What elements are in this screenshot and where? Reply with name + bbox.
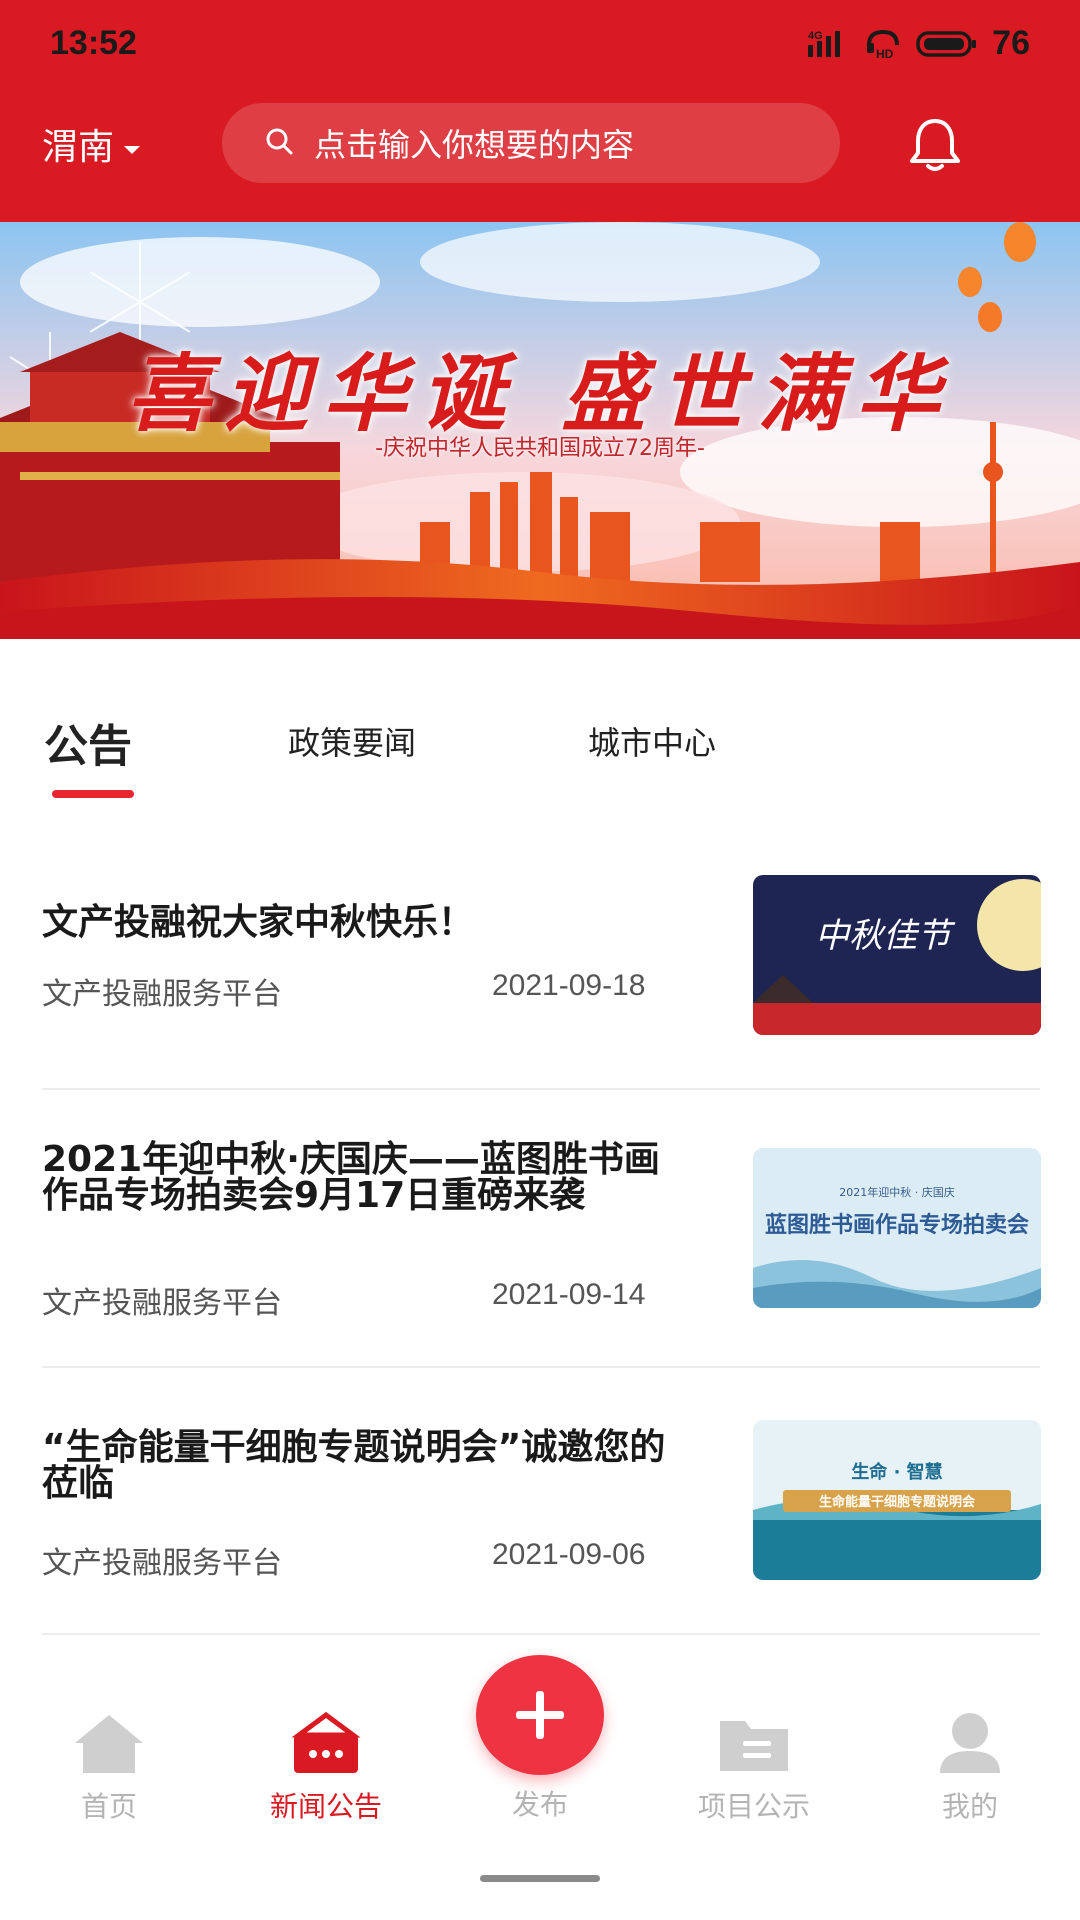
nav-mine[interactable]: 我的 (890, 1711, 1050, 1825)
nav-label: 我的 (941, 1790, 998, 1823)
home-indicator[interactable] (480, 1875, 600, 1882)
news-icon (291, 1711, 361, 1779)
search-icon (264, 126, 294, 160)
battery-level: 76 (992, 24, 1030, 62)
thumb-sub-text: 生命能量干细胞专题说明会 (819, 1494, 976, 1510)
tab-city-center[interactable]: 城市中心 (588, 718, 716, 764)
bottom-navigation: 首页 新闻公告 发布 项目公示 我的 (0, 1655, 1080, 1920)
battery-icon (916, 30, 978, 58)
tab-announcements[interactable]: 公告 (44, 710, 132, 774)
thumb-text: 生命 · 智慧 (851, 1461, 942, 1483)
news-title: 文产投融祝大家中秋快乐！ (42, 902, 475, 943)
search-placeholder: 点击输入你想要的内容 (314, 126, 635, 164)
nav-news[interactable]: 新闻公告 (246, 1711, 406, 1825)
news-date: 2021-09-18 (492, 969, 646, 1002)
nav-label: 首页 (80, 1790, 137, 1823)
active-tab-indicator (52, 790, 134, 798)
user-icon (937, 1713, 1003, 1779)
promo-banner[interactable]: 喜迎华诞 盛世满华 -庆祝中华人民共和国成立72周年- (0, 222, 1080, 639)
home-icon (71, 1715, 147, 1779)
thumb-text: 中秋佳节 (815, 916, 956, 956)
signal-icon: 4G (808, 29, 852, 59)
nav-label: 发布 (511, 1788, 568, 1821)
svg-text:4G: 4G (808, 30, 823, 42)
news-date: 2021-09-06 (492, 1538, 646, 1571)
nav-label: 新闻公告 (269, 1790, 382, 1823)
news-title: “生命能量干细胞专题说明会”诚邀您的莅临 (42, 1427, 666, 1504)
nav-label: 项目公示 (697, 1790, 810, 1823)
news-list-item[interactable]: “生命能量干细胞专题说明会”诚邀您的莅临 文产投融服务平台 2021-09-06… (42, 1368, 1041, 1635)
news-thumbnail: 2021年迎中秋 · 庆国庆 蓝图胜书画作品专场拍卖会 (753, 1148, 1041, 1308)
news-date: 2021-09-14 (492, 1278, 646, 1311)
status-icons: 4G HD 76 (808, 24, 1030, 63)
news-title: 2021年迎中秋·庆国庆——蓝图胜书画作品专场拍卖会9月17日重磅来袭 (42, 1139, 660, 1216)
publish-button[interactable] (476, 1655, 604, 1775)
city-label: 渭南 (42, 127, 115, 168)
svg-text:HD: HD (876, 47, 894, 59)
news-list-item[interactable]: 2021年迎中秋·庆国庆——蓝图胜书画作品专场拍卖会9月17日重磅来袭 文产投融… (42, 1090, 1041, 1368)
nav-home[interactable]: 首页 (29, 1711, 189, 1825)
news-source: 文产投融服务平台 (42, 1286, 282, 1321)
hd-call-icon: HD (866, 29, 902, 59)
banner-subtitle: -庆祝中华人民共和国成立72周年- (375, 436, 705, 461)
news-thumbnail: 生命 · 智慧 生命能量干细胞专题说明会 (753, 1420, 1041, 1580)
status-time: 13:52 (50, 24, 137, 62)
folder-icon (717, 1721, 791, 1779)
bell-icon[interactable] (905, 115, 965, 179)
news-source: 文产投融服务平台 (42, 1546, 282, 1581)
news-tabs: 公告 政策要闻 城市中心 (0, 700, 1080, 810)
caret-down-icon (122, 124, 142, 165)
plus-icon (510, 1685, 570, 1749)
app-header: 13:52 4G HD 76 渭南 点击输入你想要的内容 (0, 0, 1080, 222)
city-selector[interactable]: 渭南 (42, 118, 142, 170)
nav-publish-label-wrap[interactable]: 发布 (460, 1777, 620, 1823)
nav-projects[interactable]: 项目公示 (674, 1711, 834, 1825)
tab-policy-news[interactable]: 政策要闻 (288, 718, 416, 764)
thumb-top-text: 2021年迎中秋 · 庆国庆 (839, 1185, 954, 1199)
news-list-item[interactable]: 文产投融祝大家中秋快乐！ 文产投融服务平台 2021-09-18 中秋佳节 (42, 855, 1041, 1090)
status-bar: 13:52 4G HD 76 (0, 0, 1080, 95)
news-source: 文产投融服务平台 (42, 977, 282, 1012)
thumb-text: 蓝图胜书画作品专场拍卖会 (765, 1212, 1029, 1238)
news-thumbnail: 中秋佳节 (753, 875, 1041, 1035)
search-input[interactable]: 点击输入你想要的内容 (222, 103, 840, 183)
